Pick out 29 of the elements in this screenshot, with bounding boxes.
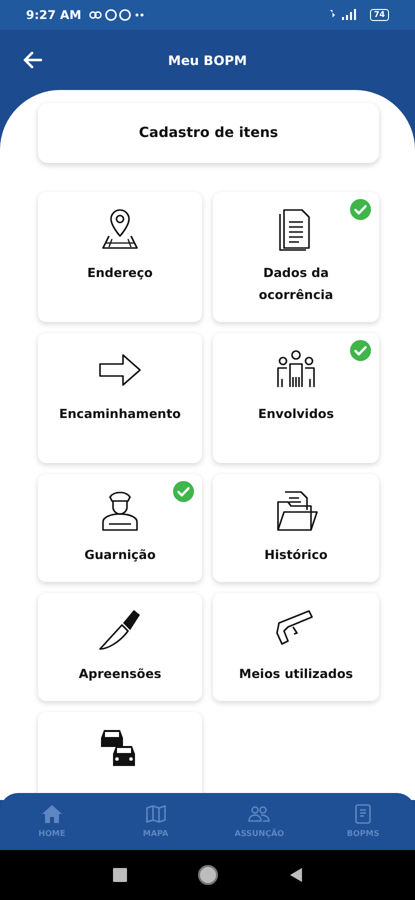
card-label: Guarnição [83,546,157,564]
home-icon [40,804,63,824]
menu-card[interactable]: Endereço [38,192,202,322]
menu-card[interactable]: Envolvidos [213,333,379,463]
menu-card[interactable]: Meios utilizados [213,593,379,701]
card-label: Endereço [86,264,154,282]
menu-card[interactable]: Dados da ocorrência [213,192,379,322]
document-icon [354,804,372,824]
menu-card[interactable]: Histórico [213,474,379,582]
map-icon [144,804,167,824]
card-label: Histórico [263,546,329,564]
card-label: Apreensões [78,665,162,683]
people-icon [247,804,272,824]
recents-button[interactable] [112,868,126,882]
screen-title: Meu BOPM [168,54,247,69]
back-arrow-icon[interactable] [22,51,42,69]
menu-card[interactable]: Guarnição [38,474,202,582]
status-time: 9:27 AM [26,7,82,24]
section-title: Cadastro de itens [138,124,278,142]
back-button[interactable] [288,867,302,883]
card-label: Meios utilizados [238,665,354,683]
menu-card[interactable]: Encaminhamento [38,333,202,463]
card-label: Dados da ocorrência [258,264,334,304]
knife-icon [97,607,143,653]
menu-card[interactable]: Apreensões [38,593,202,701]
home-button[interactable] [196,864,218,886]
battery-indicator: 74 [370,9,389,21]
card-label: Envolvidos [257,405,335,423]
card-label: Encaminhamento [58,405,182,423]
